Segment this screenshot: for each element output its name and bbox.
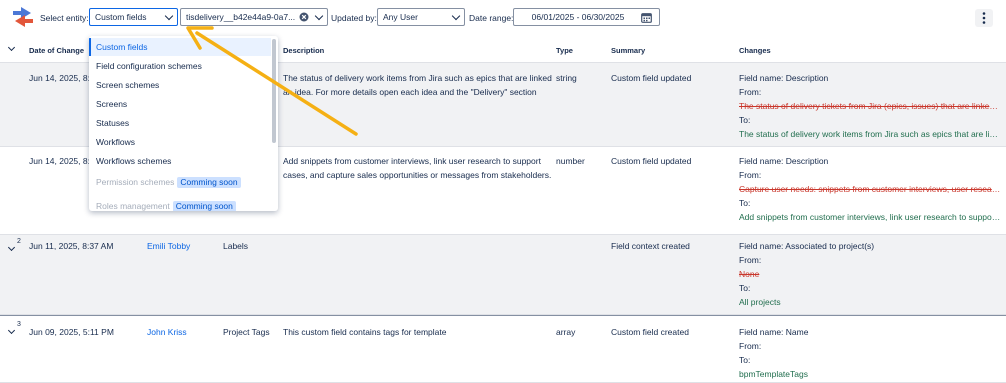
chevron-down-icon bbox=[451, 11, 461, 21]
expand-row-icon[interactable] bbox=[7, 243, 16, 252]
row-type: number bbox=[556, 156, 585, 166]
collapse-all-icon[interactable] bbox=[7, 43, 16, 52]
header-description: Description bbox=[283, 46, 325, 55]
dropdown-scrollbar[interactable] bbox=[272, 39, 276, 143]
row-description: an idea. For more details open each idea… bbox=[283, 87, 537, 97]
change-to-value: The status of delivery work items from J… bbox=[739, 129, 1001, 139]
chevron-down-icon bbox=[314, 11, 324, 21]
change-to-value: Add snippets from customer interviews, l… bbox=[739, 212, 1001, 222]
coming-soon-badge: Comming soon bbox=[177, 177, 241, 188]
table-row: 2 Jun 11, 2025, 8:37 AM Emili Tobby Labe… bbox=[0, 235, 1006, 315]
change-from-value: Capture user needs: snippets from custom… bbox=[739, 184, 1001, 194]
coming-soon-badge: Comming soon bbox=[172, 201, 236, 211]
row-date: Jun 14, 2025, 8:4 bbox=[29, 156, 95, 166]
change-to-label: To: bbox=[739, 355, 751, 365]
header-type: Type bbox=[556, 46, 573, 55]
header-summary: Summary bbox=[611, 46, 646, 55]
option-workflows[interactable]: Workflows bbox=[89, 133, 271, 151]
select-entity-label: Select entity: bbox=[40, 13, 89, 23]
option-roles-management: Roles management Comming soon bbox=[89, 197, 271, 211]
more-actions-button[interactable] bbox=[975, 9, 993, 27]
row-user-link[interactable]: Emili Tobby bbox=[147, 239, 190, 253]
table-row: 3 Jun 09, 2025, 5:11 PM John Kriss Proje… bbox=[0, 315, 1006, 383]
row-description: Add snippets from customer interviews, l… bbox=[283, 156, 541, 166]
row-summary: Custom field updated bbox=[611, 156, 692, 166]
change-field-name: Field name: Associated to project(s) bbox=[739, 241, 875, 251]
row-description: The status of delivery work items from J… bbox=[283, 73, 552, 83]
entity-select[interactable]: Custom fields bbox=[89, 8, 178, 26]
option-field-configuration-schemes[interactable]: Field configuration schemes bbox=[89, 57, 271, 75]
calendar-icon[interactable] bbox=[641, 12, 652, 23]
change-from-label: From: bbox=[739, 255, 762, 265]
expand-count: 2 bbox=[17, 238, 21, 245]
option-custom-fields[interactable]: Custom fields bbox=[89, 38, 271, 56]
option-permission-schemes: Permission schemes Comming soon bbox=[89, 173, 271, 191]
date-range-input[interactable]: 06/01/2025 - 06/30/2025 bbox=[513, 8, 660, 26]
more-vertical-icon bbox=[982, 12, 986, 24]
change-to-value: All projects bbox=[739, 297, 781, 307]
row-description: cases, and capture sales opportunities o… bbox=[283, 170, 552, 180]
change-to-label: To: bbox=[739, 283, 751, 293]
row-summary: Field context created bbox=[611, 241, 690, 251]
date-range-value: 06/01/2025 - 06/30/2025 bbox=[531, 12, 625, 22]
option-screen-schemes[interactable]: Screen schemes bbox=[89, 76, 271, 94]
change-to-value: bpmTemplateTags bbox=[739, 369, 808, 379]
row-date: Jun 11, 2025, 8:37 AM bbox=[29, 241, 114, 251]
option-label: Roles management bbox=[96, 201, 170, 211]
header-date: Date of Change bbox=[29, 46, 85, 55]
change-to-label: To: bbox=[739, 198, 751, 208]
row-type: array bbox=[556, 327, 576, 337]
row-field-name: Project Tags bbox=[223, 327, 270, 337]
id-select-value: tisdelivery__b42e44a9-0a7... bbox=[186, 12, 296, 22]
option-screens[interactable]: Screens bbox=[89, 95, 271, 113]
expand-count: 3 bbox=[17, 321, 21, 328]
entity-dropdown-menu: Custom fields Field configuration scheme… bbox=[89, 36, 278, 211]
toolbar: Select entity: Custom fields tisdelivery… bbox=[0, 0, 1006, 36]
chevron-down-icon bbox=[164, 11, 174, 21]
option-workflows-schemes[interactable]: Workflows schemes bbox=[89, 152, 271, 170]
change-from-label: From: bbox=[739, 170, 762, 180]
entity-select-value: Custom fields bbox=[95, 12, 147, 22]
updated-by-label: Updated by: bbox=[331, 13, 377, 23]
updated-by-select[interactable]: Any User bbox=[377, 8, 465, 26]
change-field-name: Field name: Description bbox=[739, 73, 829, 83]
row-date: Jun 14, 2025, 8:4 bbox=[29, 73, 95, 83]
change-from-label: From: bbox=[739, 87, 762, 97]
row-type: string bbox=[556, 73, 577, 83]
id-select[interactable]: tisdelivery__b42e44a9-0a7... bbox=[180, 8, 328, 26]
swap-arrows-icon[interactable] bbox=[11, 5, 37, 31]
option-label: Permission schemes bbox=[96, 177, 175, 187]
change-field-name: Field name: Description bbox=[739, 156, 829, 166]
row-user-link[interactable]: John Kriss bbox=[147, 325, 187, 339]
row-summary: Custom field created bbox=[611, 327, 689, 337]
row-date: Jun 09, 2025, 5:11 PM bbox=[29, 327, 114, 337]
header-changes: Changes bbox=[739, 46, 771, 55]
change-to-label: To: bbox=[739, 115, 751, 125]
row-summary: Custom field updated bbox=[611, 73, 692, 83]
change-from-value: None bbox=[739, 269, 760, 279]
change-field-name: Field name: Name bbox=[739, 327, 809, 337]
row-field-name: Labels bbox=[223, 241, 249, 251]
row-description: This custom field contains tags for temp… bbox=[283, 327, 447, 337]
date-range-label: Date range: bbox=[469, 13, 514, 23]
updated-by-value: Any User bbox=[383, 12, 418, 22]
clear-icon[interactable] bbox=[299, 12, 309, 22]
expand-row-icon[interactable] bbox=[7, 326, 16, 335]
change-from-value: The status of delivery tickets from Jira… bbox=[739, 101, 1001, 111]
option-statuses[interactable]: Statuses bbox=[89, 114, 271, 132]
change-from-label: From: bbox=[739, 341, 762, 351]
